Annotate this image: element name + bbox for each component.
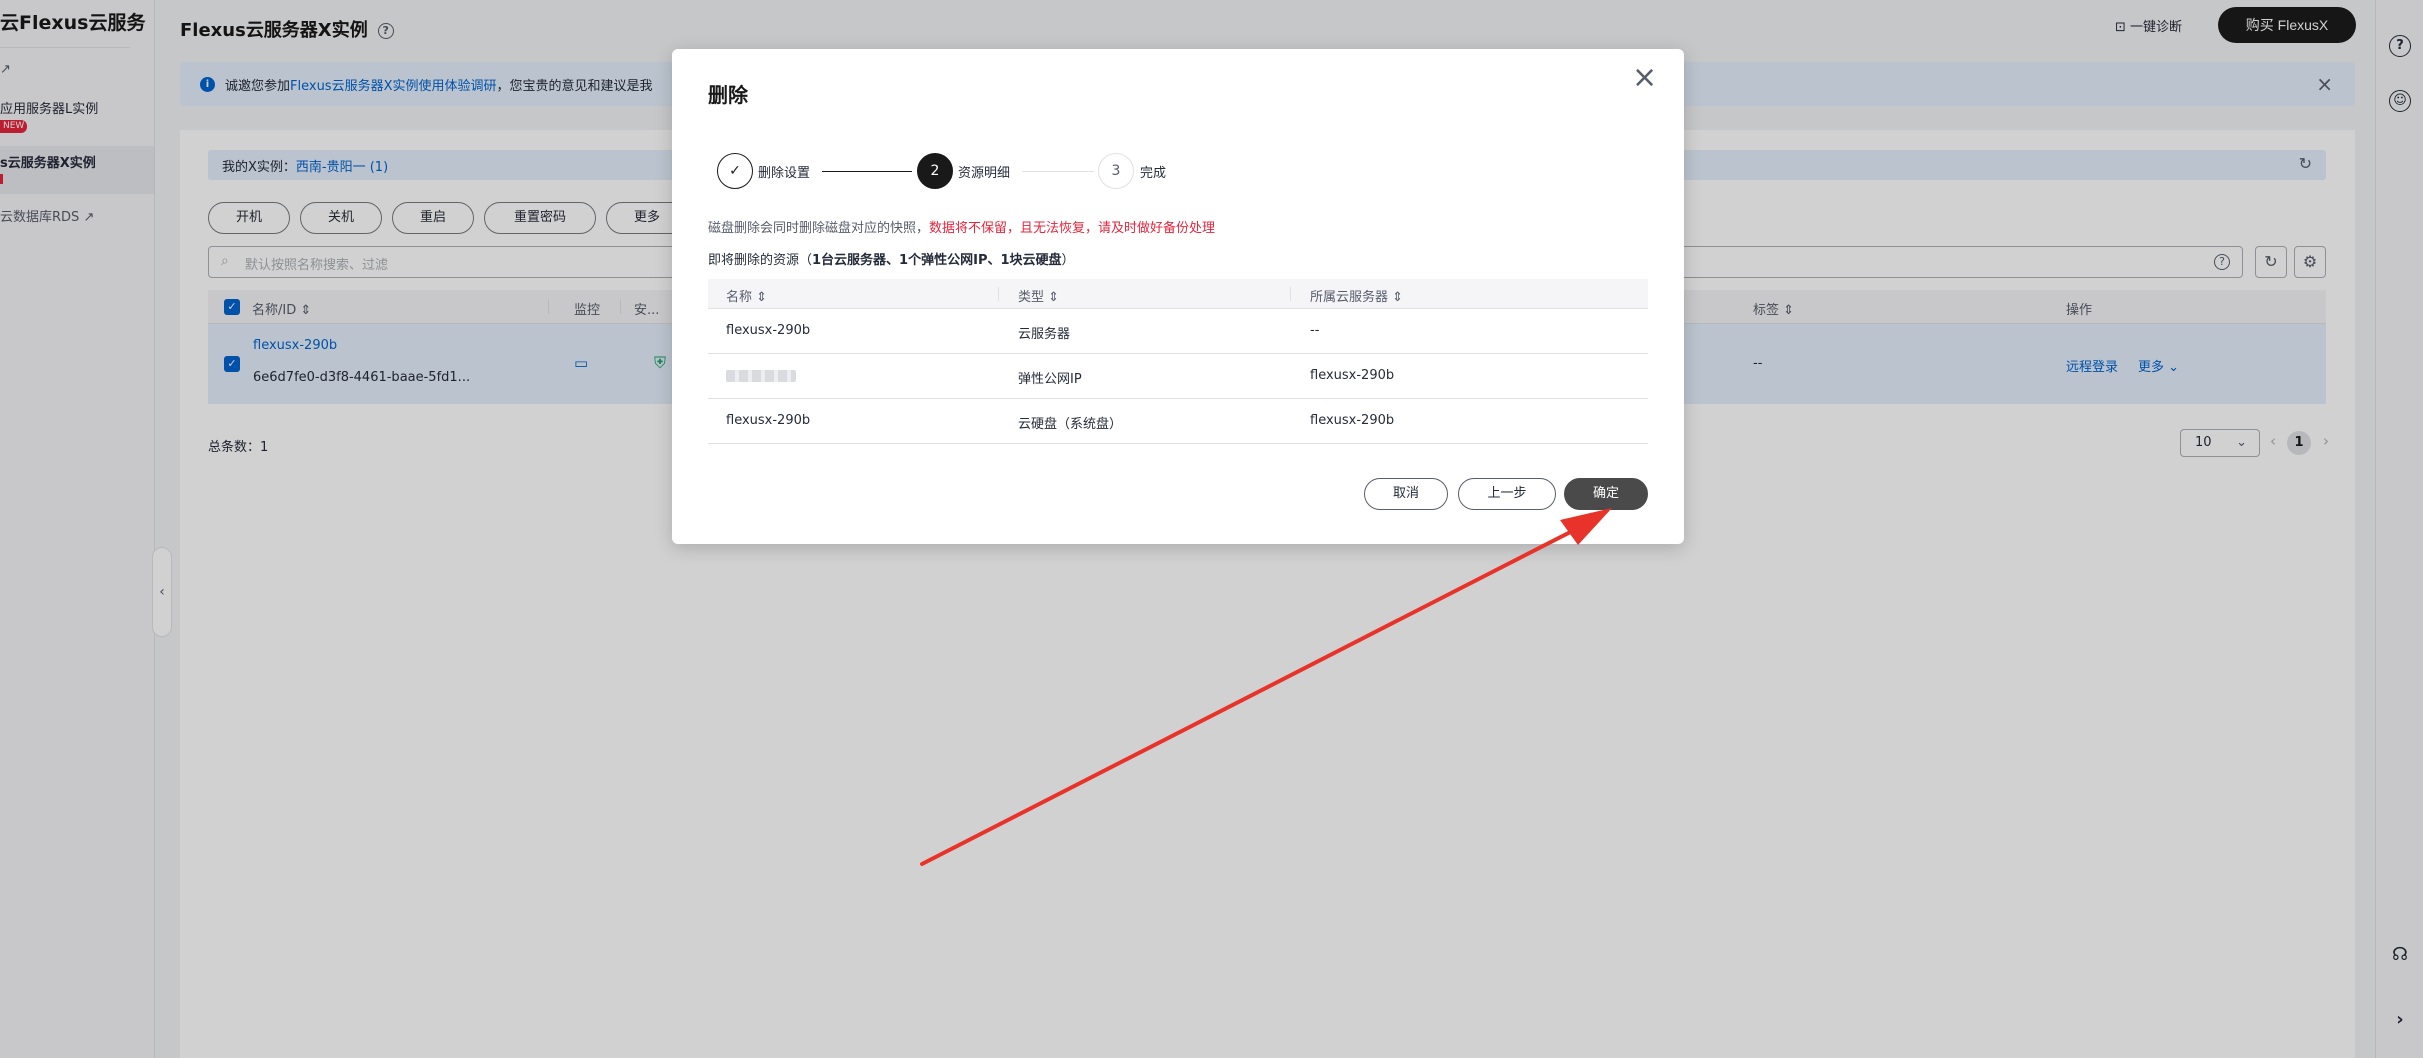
resource-prefix: 即将删除的资源（: [708, 253, 813, 268]
col-type[interactable]: 类型 ⇕: [1018, 286, 1059, 305]
step-connector: [822, 171, 912, 172]
resource-server: flexusx-290b: [1310, 413, 1395, 428]
resource-name: flexusx-290b: [726, 413, 811, 428]
step-2-label: 资源明细: [958, 166, 1011, 181]
col-type-label: 类型: [1018, 290, 1045, 305]
sort-icon: ⇕: [1392, 290, 1404, 305]
resource-summary: 即将删除的资源（1台云服务器、1个弹性公网IP、1块云硬盘）: [708, 249, 1075, 268]
step-2-current: 2: [917, 153, 953, 189]
resource-table-header: 名称 ⇕ 类型 ⇕ 所属云服务器 ⇕: [708, 279, 1648, 309]
sort-icon: ⇕: [1048, 290, 1060, 305]
step-3-label: 完成: [1140, 166, 1167, 181]
col-server-label: 所属云服务器: [1310, 290, 1389, 305]
step-1-label: 删除设置: [758, 166, 811, 181]
dialog-title: 删除: [708, 83, 748, 107]
previous-step-button[interactable]: 上一步: [1458, 478, 1556, 510]
resource-server: flexusx-290b: [1310, 368, 1395, 383]
step-connector: [1022, 171, 1094, 172]
col-name[interactable]: 名称 ⇕: [726, 286, 767, 305]
resource-name-redacted: [726, 368, 796, 383]
col-name-label: 名称: [726, 290, 753, 305]
resource-counts: 1台云服务器、1个弹性公网IP、1块云硬盘: [812, 253, 1062, 268]
warning-text: 磁盘删除会同时删除磁盘对应的快照，: [708, 221, 930, 236]
table-row: flexusx-290b 云硬盘（系统盘） flexusx-290b: [708, 399, 1648, 444]
resource-suffix: ）: [1061, 253, 1075, 268]
delete-dialog: 删除 × ✓ 删除设置 2 资源明细 3 完成 磁盘删除会同时删除磁盘对应的快照…: [672, 49, 1684, 544]
column-divider: [1290, 287, 1291, 301]
table-row: flexusx-290b 云服务器 --: [708, 309, 1648, 354]
resource-server: --: [1310, 323, 1320, 338]
cancel-button[interactable]: 取消: [1364, 478, 1448, 510]
resource-type: 弹性公网IP: [1018, 372, 1082, 387]
warning-red-text: 数据将不保留，且无法恢复，请及时做好备份处理: [929, 221, 1216, 236]
redacted-ip: [726, 369, 796, 382]
resource-type: 云服务器: [1018, 327, 1071, 342]
sort-icon: ⇕: [756, 290, 768, 305]
step-3-pending: 3: [1098, 153, 1134, 189]
step-1-check-icon: ✓: [717, 153, 753, 189]
column-divider: [998, 287, 999, 301]
table-row: 弹性公网IP flexusx-290b: [708, 354, 1648, 399]
resource-type: 云硬盘（系统盘）: [1018, 417, 1123, 432]
confirm-button[interactable]: 确定: [1564, 478, 1648, 510]
col-server[interactable]: 所属云服务器 ⇕: [1310, 286, 1403, 305]
resource-name: flexusx-290b: [726, 323, 811, 338]
delete-warning: 磁盘删除会同时删除磁盘对应的快照，数据将不保留，且无法恢复，请及时做好备份处理: [708, 217, 1215, 236]
close-icon[interactable]: ×: [1632, 63, 1657, 93]
